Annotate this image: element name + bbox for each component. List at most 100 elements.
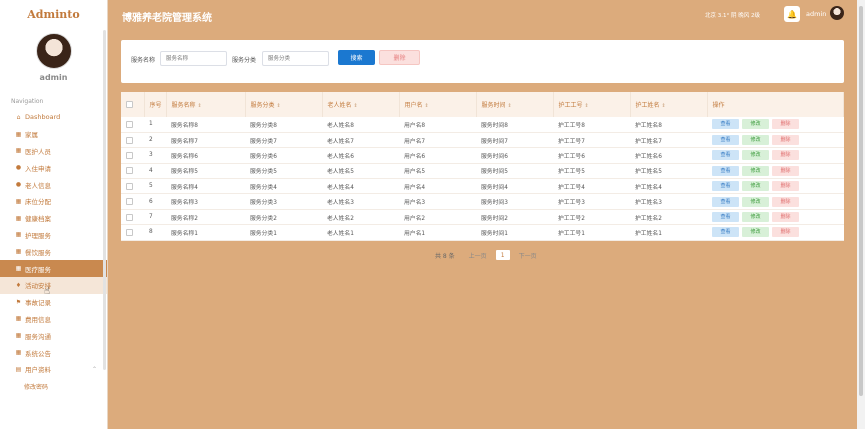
sidebar-item[interactable]: ▦ 家属 (0, 126, 107, 143)
row-checkbox[interactable] (126, 213, 133, 221)
pagination-page-1[interactable]: 1 (495, 250, 510, 260)
notification-bell-icon[interactable]: 🔔 (784, 6, 800, 22)
sidebar-user-name: admin (39, 73, 68, 82)
row-checkbox[interactable] (126, 120, 133, 128)
row-checkbox[interactable] (126, 167, 133, 175)
table-cell: 护工姓名4 (630, 178, 707, 195)
sidebar-item[interactable]: ⌂ Dashboard (0, 109, 107, 126)
sidebar-item[interactable]: ▦ 服务沟通 (0, 327, 107, 344)
delete-button[interactable]: 删除 (772, 150, 799, 161)
delete-button[interactable]: 删除 (772, 181, 799, 192)
edit-button[interactable]: 修改 (742, 212, 769, 223)
edit-button[interactable]: 修改 (742, 150, 769, 161)
view-button[interactable]: 查看 (712, 135, 739, 146)
table-cell: 护工工号1 (553, 224, 630, 241)
scrollbar-thumb[interactable] (859, 6, 863, 396)
sort-icon[interactable]: ⇕ (198, 103, 202, 109)
page-scrollbar[interactable] (857, 0, 865, 429)
sidebar-item[interactable]: ♦ 活动安排 (0, 276, 107, 294)
header-avatar[interactable] (830, 6, 844, 20)
edit-button[interactable]: 修改 (742, 181, 769, 192)
table-cell: 护工姓名6 (630, 147, 707, 164)
delete-button[interactable]: 删除 (772, 165, 799, 176)
edit-button[interactable]: 修改 (742, 196, 769, 207)
avatar[interactable] (35, 33, 72, 69)
column-header[interactable]: 老人姓名 ⇕ (322, 92, 400, 117)
row-checkbox[interactable] (126, 136, 133, 144)
pagination-prev[interactable]: 上一页 (469, 251, 487, 260)
sidebar-item[interactable]: ● 老人信息 (0, 176, 107, 193)
sidebar-subitem-change-password[interactable]: 修改密码 (0, 378, 107, 396)
sort-icon[interactable]: ⇕ (277, 103, 281, 109)
delete-button[interactable]: 删除 (772, 227, 799, 238)
sidebar-item[interactable]: ▦ 系统公告 (0, 344, 107, 361)
view-button[interactable]: 查看 (712, 181, 739, 192)
table-cell: 老人姓名4 (322, 178, 399, 195)
edit-button[interactable]: 修改 (742, 227, 769, 238)
sort-icon[interactable]: ⇕ (425, 103, 429, 109)
sidebar-item[interactable]: ⚑ 事故记录 (0, 294, 107, 311)
view-button[interactable]: 查看 (712, 119, 739, 130)
sidebar-item[interactable]: ▦ 床位分配 (0, 193, 107, 210)
sidebar-item[interactable]: ▦ 健康档案 (0, 210, 107, 227)
delete-button[interactable]: 删除 (772, 212, 799, 223)
row-checkbox[interactable] (126, 198, 133, 206)
service-category-input[interactable] (262, 51, 329, 66)
delete-button[interactable]: 删除 (772, 119, 799, 130)
delete-button[interactable]: 删除 (772, 135, 799, 146)
table-cell: 用户名2 (399, 209, 476, 226)
sidebar-item[interactable]: ▦ 餐饮服务 (0, 243, 107, 260)
sort-icon[interactable]: ⇕ (354, 103, 358, 109)
delete-button[interactable]: 删除 (772, 196, 799, 207)
sort-icon[interactable]: ⇕ (662, 103, 666, 109)
sidebar-item[interactable]: ● 入住申请 (0, 159, 107, 176)
edit-button[interactable]: 修改 (742, 165, 769, 176)
sidebar-item-label: 事故记录 (25, 299, 51, 308)
table-cell: 用户名3 (399, 193, 476, 210)
table-cell: 服务时间8 (476, 117, 553, 133)
service-name-input[interactable] (160, 51, 227, 66)
column-header[interactable]: 服务名称 ⇕ (166, 92, 246, 117)
view-button[interactable]: 查看 (712, 196, 739, 207)
view-button[interactable]: 查看 (712, 227, 739, 238)
sidebar-item[interactable]: ▦ 护理服务 (0, 227, 107, 244)
row-checkbox[interactable] (126, 228, 133, 236)
column-header[interactable]: 用户名 ⇕ (399, 92, 477, 117)
table-row: 4 服务名称5 服务分类5 老人姓名5 用户名5 服务时间5 护工工号5 护工姓名5 查看 修改删… (121, 163, 844, 180)
sidebar-item-label: 餐饮服务 (25, 248, 51, 257)
topbar: 博雅养老院管理系统 北京 3.1° 阴 晚风 2级 🔔 admin (108, 0, 857, 30)
sidebar-item-label: 床位分配 (25, 198, 51, 207)
select-all-checkbox[interactable] (126, 101, 133, 108)
sidebar-item[interactable]: ▤ 用户资料 ⌃ (0, 361, 107, 378)
view-button[interactable]: 查看 (712, 165, 739, 176)
chevron-up-icon[interactable]: ⌃ (92, 366, 97, 373)
sidebar-item-label: 费用信息 (25, 315, 51, 324)
column-header[interactable]: 服务分类 ⇕ (245, 92, 323, 117)
column-header[interactable]: 护工工号 ⇕ (553, 92, 631, 117)
column-header[interactable]: 护工姓名 ⇕ (630, 92, 708, 117)
sidebar-item[interactable]: ▦ 医疗服务 (0, 260, 107, 277)
header-user-name[interactable]: admin (806, 10, 826, 18)
sidebar-scrollbar[interactable] (103, 30, 106, 370)
table-cell: 用户名6 (399, 147, 476, 164)
pagination-next[interactable]: 下一页 (519, 251, 537, 260)
sort-icon[interactable]: ⇕ (585, 103, 589, 109)
edit-button[interactable]: 修改 (742, 135, 769, 146)
table-cell: 护工姓名5 (630, 163, 707, 180)
column-header[interactable]: 服务时间 ⇕ (476, 92, 554, 117)
row-checkbox[interactable] (126, 151, 133, 159)
sidebar-item[interactable]: ▦ 费用信息 (0, 311, 107, 328)
table-cell: 服务分类4 (245, 178, 322, 195)
search-button[interactable]: 搜索 (338, 50, 375, 65)
edit-button[interactable]: 修改 (742, 119, 769, 130)
row-checkbox[interactable] (126, 182, 133, 190)
row-actions: 查看 修改 删除 (707, 132, 844, 149)
row-actions: 查看 修改 删除 (707, 193, 844, 210)
sort-icon[interactable]: ⇕ (508, 103, 512, 109)
batch-delete-button[interactable]: 删除 (379, 50, 420, 65)
view-button[interactable]: 查看 (712, 212, 739, 223)
view-button[interactable]: 查看 (712, 150, 739, 161)
sidebar-item[interactable]: ▦ 医护人员 (0, 143, 107, 160)
data-table: 序号 服务名称 ⇕ 服务分类 ⇕ 老人姓名 ⇕ 用户名 ⇕ 服务时间 ⇕ 护工工号 ⇕ 护工姓名 ⇕ 操作 1… (121, 92, 844, 241)
grid-icon: ▦ (15, 315, 22, 323)
